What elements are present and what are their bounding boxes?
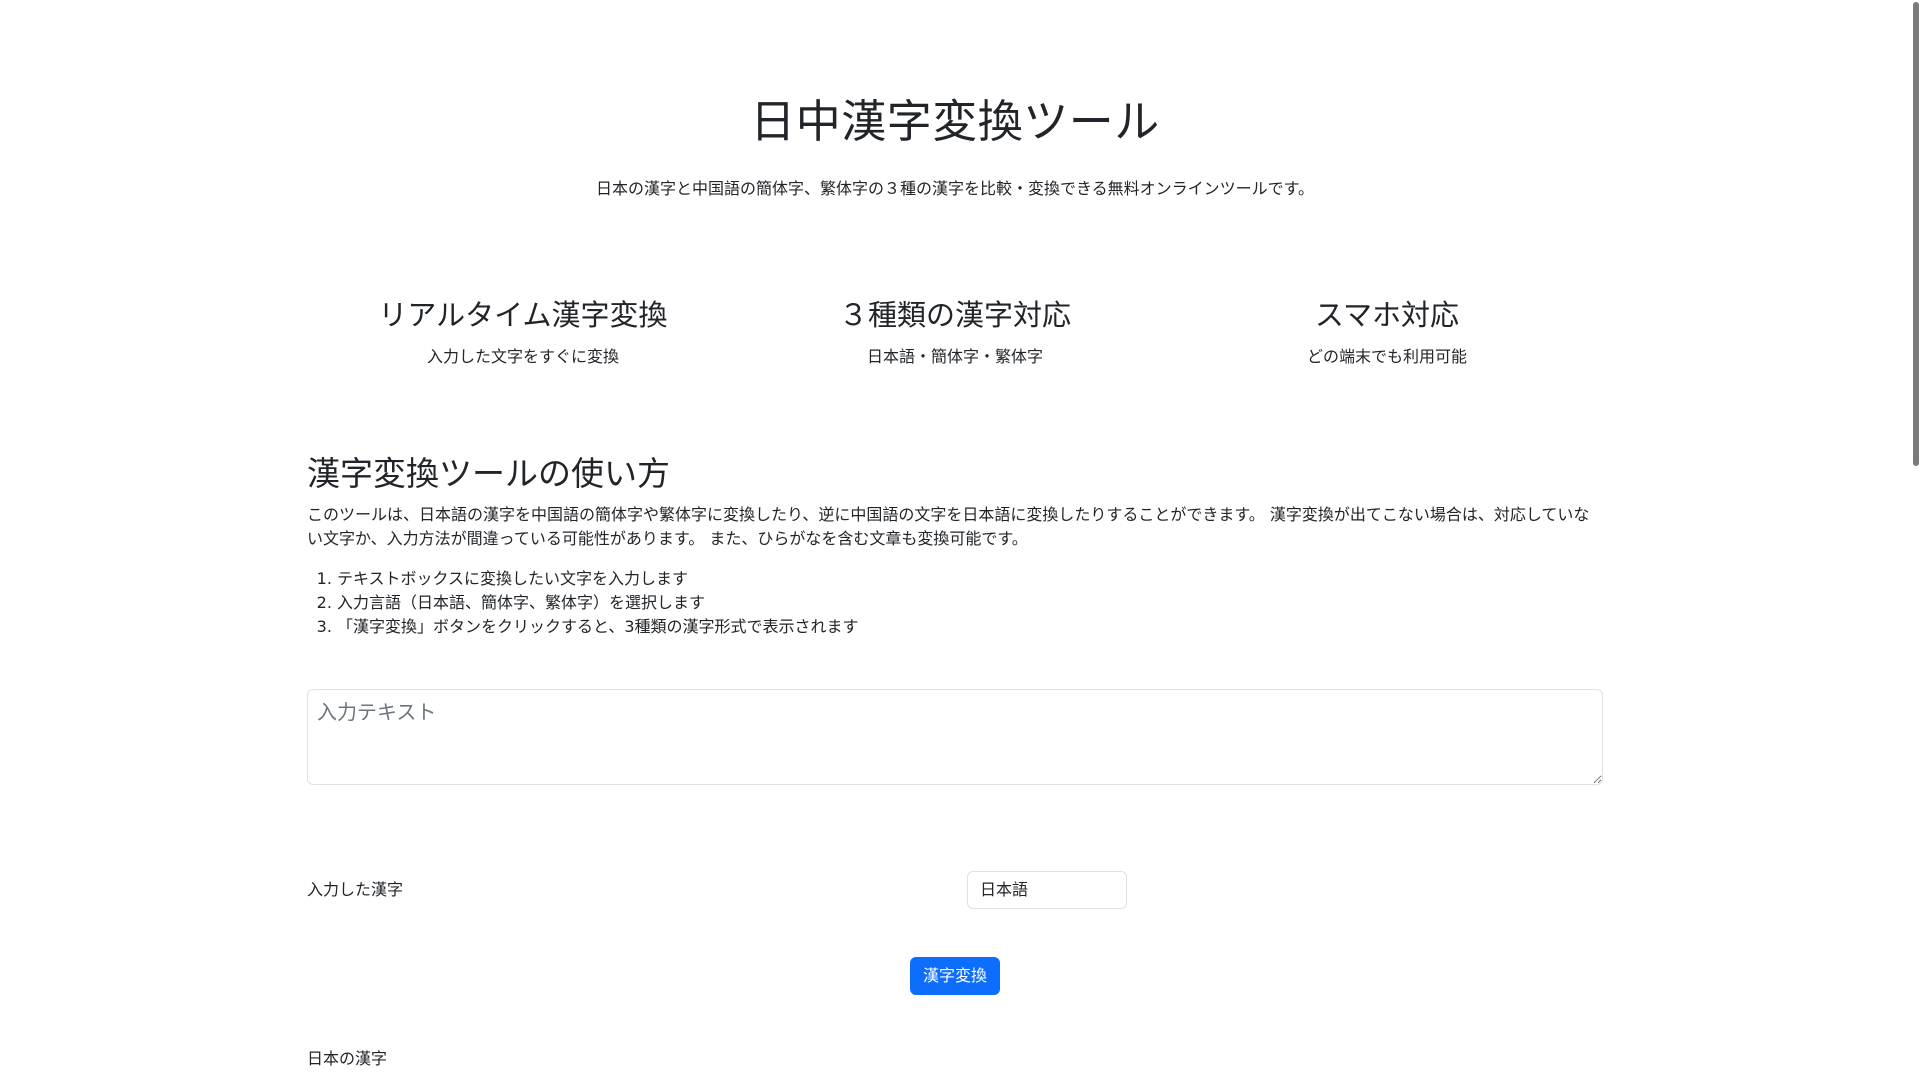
feature-three-types: ３種類の漢字対応 日本語・簡体字・繁体字 <box>739 295 1171 369</box>
howto-section: 漢字変換ツールの使い方 このツールは、日本語の漢字を中国語の簡体字や繁体字に変換… <box>307 453 1603 639</box>
page: 日中漢字変換ツール 日本の漢字と中国語の簡体字、繁体字の３種の漢字を比較・変換で… <box>0 0 1920 1080</box>
feature-title: ３種類の漢字対応 <box>838 298 1071 332</box>
page-scrollbar[interactable] <box>1911 0 1920 1080</box>
language-row: 入力した漢字 日本語 <box>307 871 1603 909</box>
feature-mobile: スマホ対応 どの端末でも利用可能 <box>1171 295 1603 369</box>
feature-description: どの端末でも利用可能 <box>1306 347 1467 366</box>
page-subtitle: 日本の漢字と中国語の簡体字、繁体字の３種の漢字を比較・変換できる無料オンラインツ… <box>595 179 1315 198</box>
feature-title: リアルタイム漢字変換 <box>378 298 668 332</box>
howto-step: 「漢字変換」ボタンをクリックすると、3種類の漢字形式で表示されます <box>337 615 1603 639</box>
language-select[interactable]: 日本語 <box>967 871 1127 909</box>
input-section <box>307 689 1603 785</box>
howto-step: 入力言語（日本語、簡体字、繁体字）を選択します <box>337 591 1603 615</box>
feature-realtime: リアルタイム漢字変換 入力した文字をすぐに変換 <box>307 295 739 369</box>
hero-section: 日中漢字変換ツール 日本の漢字と中国語の簡体字、繁体字の３種の漢字を比較・変換で… <box>307 0 1603 201</box>
features-section: リアルタイム漢字変換 入力した文字をすぐに変換 ３種類の漢字対応 日本語・簡体字… <box>307 295 1603 369</box>
howto-description: このツールは、日本語の漢字を中国語の簡体字や繁体字に変換したり、逆に中国語の文字… <box>307 505 1590 548</box>
input-textarea[interactable] <box>307 689 1603 785</box>
feature-description: 日本語・簡体字・繁体字 <box>866 347 1043 366</box>
howto-step: テキストボックスに変換したい文字を入力します <box>337 567 1603 591</box>
convert-button-row: 漢字変換 <box>307 957 1603 995</box>
scrollbar-thumb[interactable] <box>1913 2 1919 466</box>
feature-title: スマホ対応 <box>1314 298 1460 332</box>
convert-button[interactable]: 漢字変換 <box>909 957 1000 995</box>
howto-heading: 漢字変換ツールの使い方 <box>307 454 670 493</box>
feature-description: 入力した文字をすぐに変換 <box>426 347 619 366</box>
language-label: 入力した漢字 <box>307 880 404 899</box>
result-japanese-label: 日本の漢字 <box>307 1049 388 1068</box>
howto-steps: テキストボックスに変換したい文字を入力します 入力言語（日本語、簡体字、繁体字）… <box>307 567 1603 639</box>
page-title: 日中漢字変換ツール <box>750 95 1160 148</box>
main-container: 日中漢字変換ツール 日本の漢字と中国語の簡体字、繁体字の３種の漢字を比較・変換で… <box>307 0 1603 1071</box>
